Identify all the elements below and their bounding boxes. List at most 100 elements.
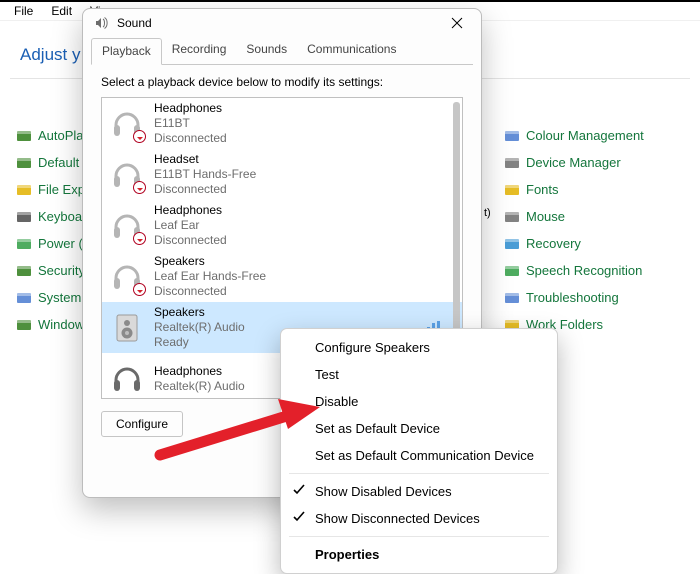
cp-item-icon	[504, 155, 520, 171]
device-name: Headphones	[154, 101, 227, 116]
speaker-icon	[110, 311, 144, 345]
device-row[interactable]: HeadphonesLeaf EarDisconnected	[102, 200, 462, 251]
cp-item-label: Colour Management	[526, 128, 644, 143]
device-name: Headphones	[154, 364, 245, 379]
menu-item[interactable]: Set as Default Communication Device	[281, 442, 557, 469]
cp-item-label: Keyboa	[38, 209, 82, 224]
cp-item-icon	[504, 263, 520, 279]
cp-item-label: AutoPla	[38, 128, 84, 143]
cp-item-icon	[16, 155, 32, 171]
menu-separator	[289, 473, 549, 474]
cp-item-label: Fonts	[526, 182, 559, 197]
menu-item[interactable]: Properties	[281, 541, 557, 568]
dialog-titlebar: Sound	[83, 9, 481, 37]
cp-item[interactable]: Device Manager	[504, 149, 700, 176]
device-text: SpeakersRealtek(R) AudioReady	[154, 305, 245, 350]
device-text: HeadphonesLeaf EarDisconnected	[154, 203, 227, 248]
headphones-icon	[110, 209, 144, 243]
headphones-icon	[110, 362, 144, 396]
cp-item-icon	[504, 209, 520, 225]
menu-edit[interactable]: Edit	[43, 3, 80, 19]
cp-item[interactable]: Mouse	[504, 203, 700, 230]
text-fragment: t)	[484, 207, 491, 219]
menu-item[interactable]: Disable	[281, 388, 557, 415]
cp-item-icon	[16, 209, 32, 225]
cp-item[interactable]: Speech Recognition	[504, 257, 700, 284]
cp-item-icon	[16, 290, 32, 306]
device-status: Disconnected	[154, 182, 256, 197]
cp-item-label: Security	[38, 263, 85, 278]
device-subtitle: Leaf Ear Hands-Free	[154, 269, 266, 284]
cp-item-label: File Exp	[38, 182, 85, 197]
device-subtitle: Realtek(R) Audio	[154, 320, 245, 335]
tab-playback[interactable]: Playback	[91, 38, 162, 65]
cp-item-label: Troubleshooting	[526, 290, 619, 305]
cp-item-icon	[504, 182, 520, 198]
device-status: Disconnected	[154, 284, 266, 299]
check-icon	[293, 511, 305, 526]
cp-item-icon	[16, 182, 32, 198]
device-status: Disconnected	[154, 233, 227, 248]
page-heading: Adjust y	[20, 45, 80, 65]
device-status: Disconnected	[154, 131, 227, 146]
device-subtitle: E11BT Hands-Free	[154, 167, 256, 182]
device-text: SpeakersLeaf Ear Hands-FreeDisconnected	[154, 254, 266, 299]
headphones-icon	[110, 260, 144, 294]
disconnected-badge-icon	[133, 130, 146, 143]
device-name: Headset	[154, 152, 256, 167]
tab-recording[interactable]: Recording	[162, 37, 237, 64]
cp-item-label: Speech Recognition	[526, 263, 642, 278]
device-subtitle: Leaf Ear	[154, 218, 227, 233]
menu-item[interactable]: Show Disabled Devices	[281, 478, 557, 505]
cp-item-label: Device Manager	[526, 155, 621, 170]
cp-item-icon	[16, 236, 32, 252]
headphones-icon	[110, 158, 144, 192]
cp-item[interactable]: Colour Management	[504, 122, 700, 149]
device-text: HeadphonesE11BTDisconnected	[154, 101, 227, 146]
device-name: Headphones	[154, 203, 227, 218]
cp-item-label: Window	[38, 317, 84, 332]
menu-item[interactable]: Configure Speakers	[281, 334, 557, 361]
device-row[interactable]: HeadsetE11BT Hands-FreeDisconnected	[102, 149, 462, 200]
device-text: HeadsetE11BT Hands-FreeDisconnected	[154, 152, 256, 197]
disconnected-badge-icon	[133, 232, 146, 245]
cp-item-icon	[504, 128, 520, 144]
cp-item-label: Recovery	[526, 236, 581, 251]
device-subtitle: Realtek(R) Audio	[154, 379, 245, 394]
check-icon	[293, 484, 305, 499]
tab-communications[interactable]: Communications	[297, 37, 406, 64]
cp-item-label: Default	[38, 155, 79, 170]
menu-item[interactable]: Test	[281, 361, 557, 388]
configure-button[interactable]: Configure	[101, 411, 183, 437]
menu-separator	[289, 536, 549, 537]
cp-item-icon	[16, 128, 32, 144]
tab-sounds[interactable]: Sounds	[236, 37, 297, 64]
menu-item[interactable]: Set as Default Device	[281, 415, 557, 442]
instruction-text: Select a playback device below to modify…	[101, 75, 463, 89]
device-row[interactable]: HeadphonesE11BTDisconnected	[102, 98, 462, 149]
menu-item[interactable]: Show Disconnected Devices	[281, 505, 557, 532]
disconnected-badge-icon	[133, 181, 146, 194]
device-subtitle: E11BT	[154, 116, 227, 131]
cp-item-icon	[504, 290, 520, 306]
disconnected-badge-icon	[133, 283, 146, 296]
cp-item[interactable]: Troubleshooting	[504, 284, 700, 311]
menu-file[interactable]: File	[6, 3, 41, 19]
cp-item-label: Mouse	[526, 209, 565, 224]
dialog-tabs: Playback Recording Sounds Communications	[83, 37, 481, 64]
control-panel-right-column: Colour Management Device Manager Fonts Mous…	[504, 122, 700, 338]
cp-item[interactable]: Recovery	[504, 230, 700, 257]
cp-item-icon	[16, 317, 32, 333]
device-row[interactable]: SpeakersLeaf Ear Hands-FreeDisconnected	[102, 251, 462, 302]
dialog-title: Sound	[117, 16, 443, 30]
cp-item[interactable]: Fonts	[504, 176, 700, 203]
cp-item-icon	[504, 236, 520, 252]
device-name: Speakers	[154, 305, 245, 320]
device-context-menu: Configure SpeakersTestDisableSet as Defa…	[280, 328, 558, 574]
cp-item-label: System	[38, 290, 81, 305]
device-name: Speakers	[154, 254, 266, 269]
close-button[interactable]	[443, 9, 471, 37]
device-status: Ready	[154, 335, 245, 350]
cp-item-label: Power (	[38, 236, 83, 251]
headphones-icon	[110, 107, 144, 141]
